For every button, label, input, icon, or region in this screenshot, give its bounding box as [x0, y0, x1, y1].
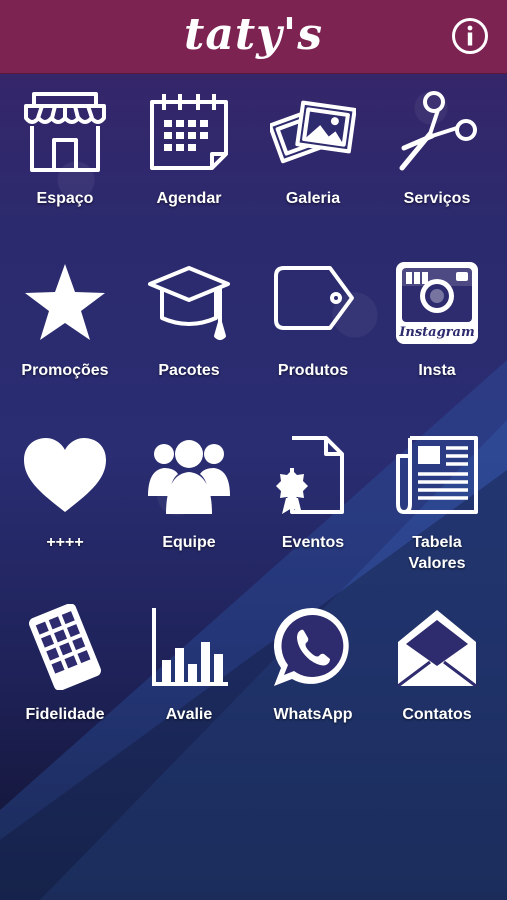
tile-equipe[interactable]: Equipe [126, 432, 252, 592]
tile-eventos[interactable]: Eventos [250, 432, 376, 592]
graduation-cap-icon [146, 260, 232, 346]
tile-label: Serviços [403, 190, 471, 207]
calendar-icon [146, 88, 232, 174]
tile-label: Produtos [277, 362, 349, 379]
tile-whatsapp[interactable]: WhatsApp [250, 604, 376, 764]
app-header: taty's [0, 0, 507, 74]
tile-label: Avalie [165, 706, 213, 723]
scissors-icon [394, 88, 480, 174]
storefront-icon [22, 88, 108, 174]
tile-label: Tabela Valores [408, 534, 466, 572]
tile-tabela-valores[interactable]: Tabela Valores [374, 432, 500, 592]
tile-label: Espaço [36, 190, 94, 207]
tile-label: WhatsApp [273, 706, 353, 723]
info-circle-icon [452, 18, 488, 54]
instagram-icon: Instagram [394, 260, 480, 346]
tile-label: Fidelidade [25, 706, 105, 723]
tile-label: ++++ [46, 534, 84, 551]
instagram-icon-text: Instagram [398, 325, 474, 340]
tile-promocoes[interactable]: Promoções [2, 260, 128, 420]
tile-galeria[interactable]: Galeria [250, 88, 376, 248]
certificate-icon [270, 432, 356, 518]
envelope-icon [394, 604, 480, 690]
newspaper-icon [394, 432, 480, 518]
tile-servicos[interactable]: Serviços [374, 88, 500, 248]
tile-insta[interactable]: Instagram Insta [374, 260, 500, 420]
tile-plus[interactable]: ++++ [2, 432, 128, 592]
tile-avalie[interactable]: Avalie [126, 604, 252, 764]
tile-label: Insta [418, 362, 456, 379]
loyalty-card-icon [22, 604, 108, 690]
tile-produtos[interactable]: Produtos [250, 260, 376, 420]
tile-contatos[interactable]: Contatos [374, 604, 500, 764]
app-screen: taty's Espaço Agendar Galeria Serviços P… [0, 0, 507, 900]
tile-label: Promoções [21, 362, 109, 379]
tile-label: Agendar [156, 190, 222, 207]
tile-label: Pacotes [158, 362, 220, 379]
tile-fidelidade[interactable]: Fidelidade [2, 604, 128, 764]
tile-agendar[interactable]: Agendar [126, 88, 252, 248]
tile-label: Galeria [285, 190, 341, 207]
team-icon [146, 432, 232, 518]
app-logo: taty's [184, 9, 323, 60]
info-button[interactable] [451, 17, 489, 55]
bar-chart-icon [146, 604, 232, 690]
photos-icon [270, 88, 356, 174]
star-icon [22, 260, 108, 346]
tile-pacotes[interactable]: Pacotes [126, 260, 252, 420]
whatsapp-icon [270, 604, 356, 690]
tile-label: Eventos [281, 534, 345, 551]
heart-icon [22, 432, 108, 518]
tile-label: Contatos [402, 706, 472, 723]
price-tag-icon [270, 260, 356, 346]
tile-label: Equipe [162, 534, 216, 551]
tile-espaco[interactable]: Espaço [2, 88, 128, 248]
